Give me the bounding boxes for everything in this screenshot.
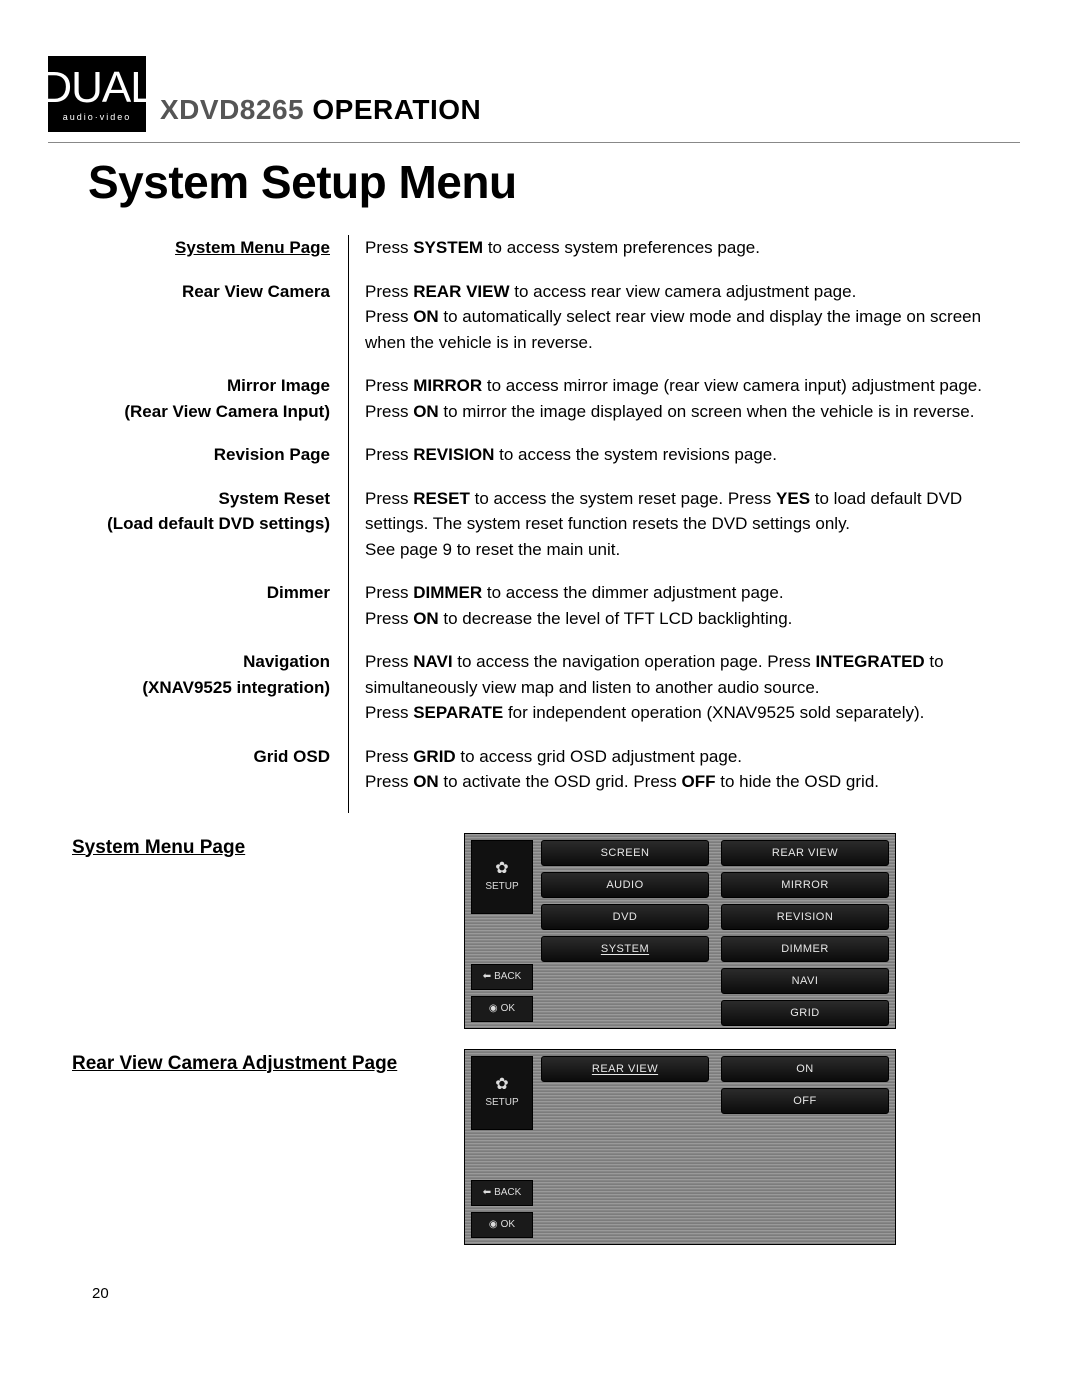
row-text: Press REVISION to access the system revi…	[365, 442, 988, 486]
screen-col-right: REAR VIEW MIRROR REVISION DIMMER NAVI GRID	[721, 840, 889, 1026]
menu-item[interactable]: ON	[721, 1056, 889, 1082]
ok-label: OK	[501, 1003, 515, 1014]
row-divider	[348, 279, 349, 374]
row-text: Press SYSTEM to access system preference…	[365, 235, 988, 279]
row-divider	[348, 373, 349, 442]
row-divider	[348, 744, 349, 813]
arrow-left-icon: ⬅	[483, 1187, 491, 1198]
row-text: Press REAR VIEW to access rear view came…	[365, 279, 988, 374]
screen-col-left: SCREEN AUDIO DVD SYSTEM	[541, 840, 709, 1026]
row-text: Press DIMMER to access the dimmer adjust…	[365, 580, 988, 649]
row-text: Press RESET to access the system reset p…	[365, 486, 988, 581]
page-title: System Setup Menu	[88, 155, 1020, 209]
row-label: System Menu Page	[72, 235, 332, 279]
menu-item[interactable]: GRID	[721, 1000, 889, 1026]
row-divider	[348, 486, 349, 581]
screenshot-label: Rear View Camera Adjustment Page	[72, 1049, 454, 1075]
model-number: XDVD8265	[160, 94, 304, 125]
setup-button[interactable]: ✿ SETUP	[471, 840, 533, 914]
row-text: Press GRID to access grid OSD adjustment…	[365, 744, 988, 813]
row-label: Grid OSD	[72, 744, 332, 813]
row-divider	[348, 442, 349, 486]
setup-label: SETUP	[485, 881, 518, 892]
setup-label: SETUP	[485, 1097, 518, 1108]
ok-button[interactable]: ◉OK	[471, 996, 533, 1022]
screen-left-panel: ✿ SETUP ⬅BACK ◉OK	[471, 840, 533, 1022]
screenshot-row: Rear View Camera Adjustment Page ✿ SETUP ⬅B…	[72, 1049, 1020, 1245]
screenshot-label: System Menu Page	[72, 833, 454, 859]
row-label: Rear View Camera	[72, 279, 332, 374]
row-label: Dimmer	[72, 580, 332, 649]
logo-subtext: audio·video	[63, 112, 132, 122]
row-divider	[348, 649, 349, 744]
menu-item[interactable]: SCREEN	[541, 840, 709, 866]
menu-item[interactable]: DIMMER	[721, 936, 889, 962]
row-text: Press MIRROR to access mirror image (rea…	[365, 373, 988, 442]
menu-item[interactable]: AUDIO	[541, 872, 709, 898]
setup-button[interactable]: ✿ SETUP	[471, 1056, 533, 1130]
header-title: XDVD8265 OPERATION	[160, 94, 481, 126]
screen-left-panel: ✿ SETUP ⬅BACK ◉OK	[471, 1056, 533, 1238]
screen-col-right: ON OFF	[721, 1056, 889, 1238]
menu-item[interactable]: NAVI	[721, 968, 889, 994]
device-screen: ✿ SETUP ⬅BACK ◉OK SCREEN AUDIO DVD SYSTEM REAR V…	[464, 833, 896, 1029]
circle-icon: ◉	[489, 1219, 498, 1230]
gear-icon: ✿	[495, 861, 508, 877]
menu-item[interactable]: REAR VIEW	[721, 840, 889, 866]
menu-item[interactable]: OFF	[721, 1088, 889, 1114]
screen-col-left: REAR VIEW	[541, 1056, 709, 1238]
circle-icon: ◉	[489, 1003, 498, 1014]
row-label: Navigation(XNAV9525 integration)	[72, 649, 332, 744]
row-divider	[348, 580, 349, 649]
back-label: BACK	[494, 971, 521, 982]
gear-icon: ✿	[495, 1077, 508, 1093]
back-label: BACK	[494, 1187, 521, 1198]
menu-item[interactable]: SYSTEM	[541, 936, 709, 962]
back-button[interactable]: ⬅BACK	[471, 964, 533, 990]
menu-item[interactable]: DVD	[541, 904, 709, 930]
ok-button[interactable]: ◉OK	[471, 1212, 533, 1238]
menu-item[interactable]: REVISION	[721, 904, 889, 930]
content-table: System Menu Page Press SYSTEM to access s…	[72, 235, 988, 813]
back-button[interactable]: ⬅BACK	[471, 1180, 533, 1206]
brand-logo: DUAL audio·video	[48, 56, 146, 132]
arrow-left-icon: ⬅	[483, 971, 491, 982]
ok-label: OK	[501, 1219, 515, 1230]
device-screen: ✿ SETUP ⬅BACK ◉OK REAR VIEW ON OFF	[464, 1049, 896, 1245]
header: DUAL audio·video XDVD8265 OPERATION	[48, 56, 1020, 132]
screenshot-row: System Menu Page ✿ SETUP ⬅BACK ◉OK SCREEN AUDI…	[72, 833, 1020, 1029]
row-label: Mirror Image(Rear View Camera Input)	[72, 373, 332, 442]
page-number: 20	[92, 1285, 1020, 1302]
header-operation: OPERATION	[312, 94, 481, 125]
row-label: Revision Page	[72, 442, 332, 486]
menu-item[interactable]: REAR VIEW	[541, 1056, 709, 1082]
row-label: System Reset(Load default DVD settings)	[72, 486, 332, 581]
row-text: Press NAVI to access the navigation oper…	[365, 649, 988, 744]
row-divider	[348, 235, 349, 279]
menu-item[interactable]: MIRROR	[721, 872, 889, 898]
header-divider	[48, 142, 1020, 143]
logo-text: DUAL	[40, 66, 153, 116]
